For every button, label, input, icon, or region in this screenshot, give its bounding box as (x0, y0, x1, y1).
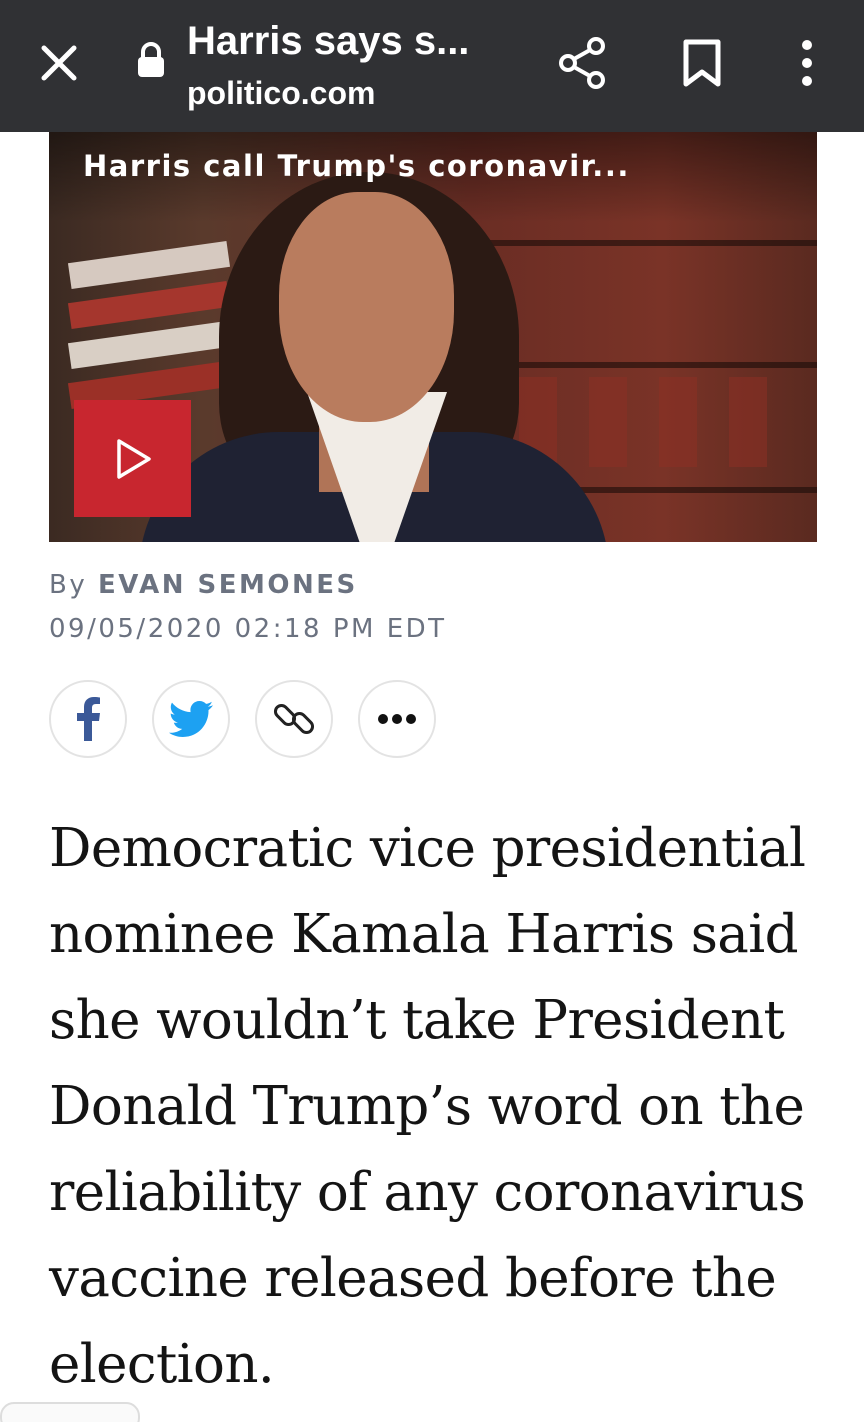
speaker-image (279, 192, 454, 422)
share-twitter-button[interactable] (152, 680, 230, 758)
play-icon (116, 438, 151, 479)
facebook-icon (77, 697, 100, 741)
more-icon (378, 714, 416, 724)
flag-decor (67, 280, 231, 330)
play-button[interactable] (74, 400, 191, 517)
bookshelf-decor (729, 377, 767, 467)
close-icon[interactable] (36, 40, 82, 86)
article-lead-paragraph: Democratic vice presidential nominee Kam… (49, 818, 806, 1395)
share-icon[interactable] (556, 36, 610, 90)
page-title[interactable]: Harris says s... (187, 16, 527, 66)
twitter-icon (169, 701, 213, 737)
bookmark-icon[interactable] (680, 36, 724, 90)
share-more-button[interactable] (358, 680, 436, 758)
more-vert-icon[interactable] (788, 36, 826, 90)
bookshelf-decor (659, 377, 697, 467)
bottom-sheet-handle[interactable] (0, 1402, 140, 1422)
publish-timestamp: 09/05/2020 02:18 PM EDT (49, 614, 447, 644)
video-player[interactable]: Harris call Trump's coronavir... (49, 132, 817, 542)
bookshelf-decor (479, 362, 817, 368)
flag-decor (67, 320, 231, 370)
bookshelf-decor (589, 377, 627, 467)
copy-link-button[interactable] (255, 680, 333, 758)
bookshelf-decor (479, 240, 817, 246)
byline-prefix: By (49, 570, 88, 600)
share-facebook-button[interactable] (49, 680, 127, 758)
url-domain[interactable]: politico.com (187, 72, 375, 114)
lock-icon (134, 40, 168, 80)
author-link[interactable]: EVAN SEMONES (98, 570, 358, 600)
link-icon (273, 703, 315, 735)
byline: By EVAN SEMONES (49, 570, 358, 600)
flag-decor (67, 240, 231, 290)
video-caption: Harris call Trump's coronavir... (83, 149, 630, 183)
browser-toolbar: Harris says s... politico.com (0, 0, 864, 132)
